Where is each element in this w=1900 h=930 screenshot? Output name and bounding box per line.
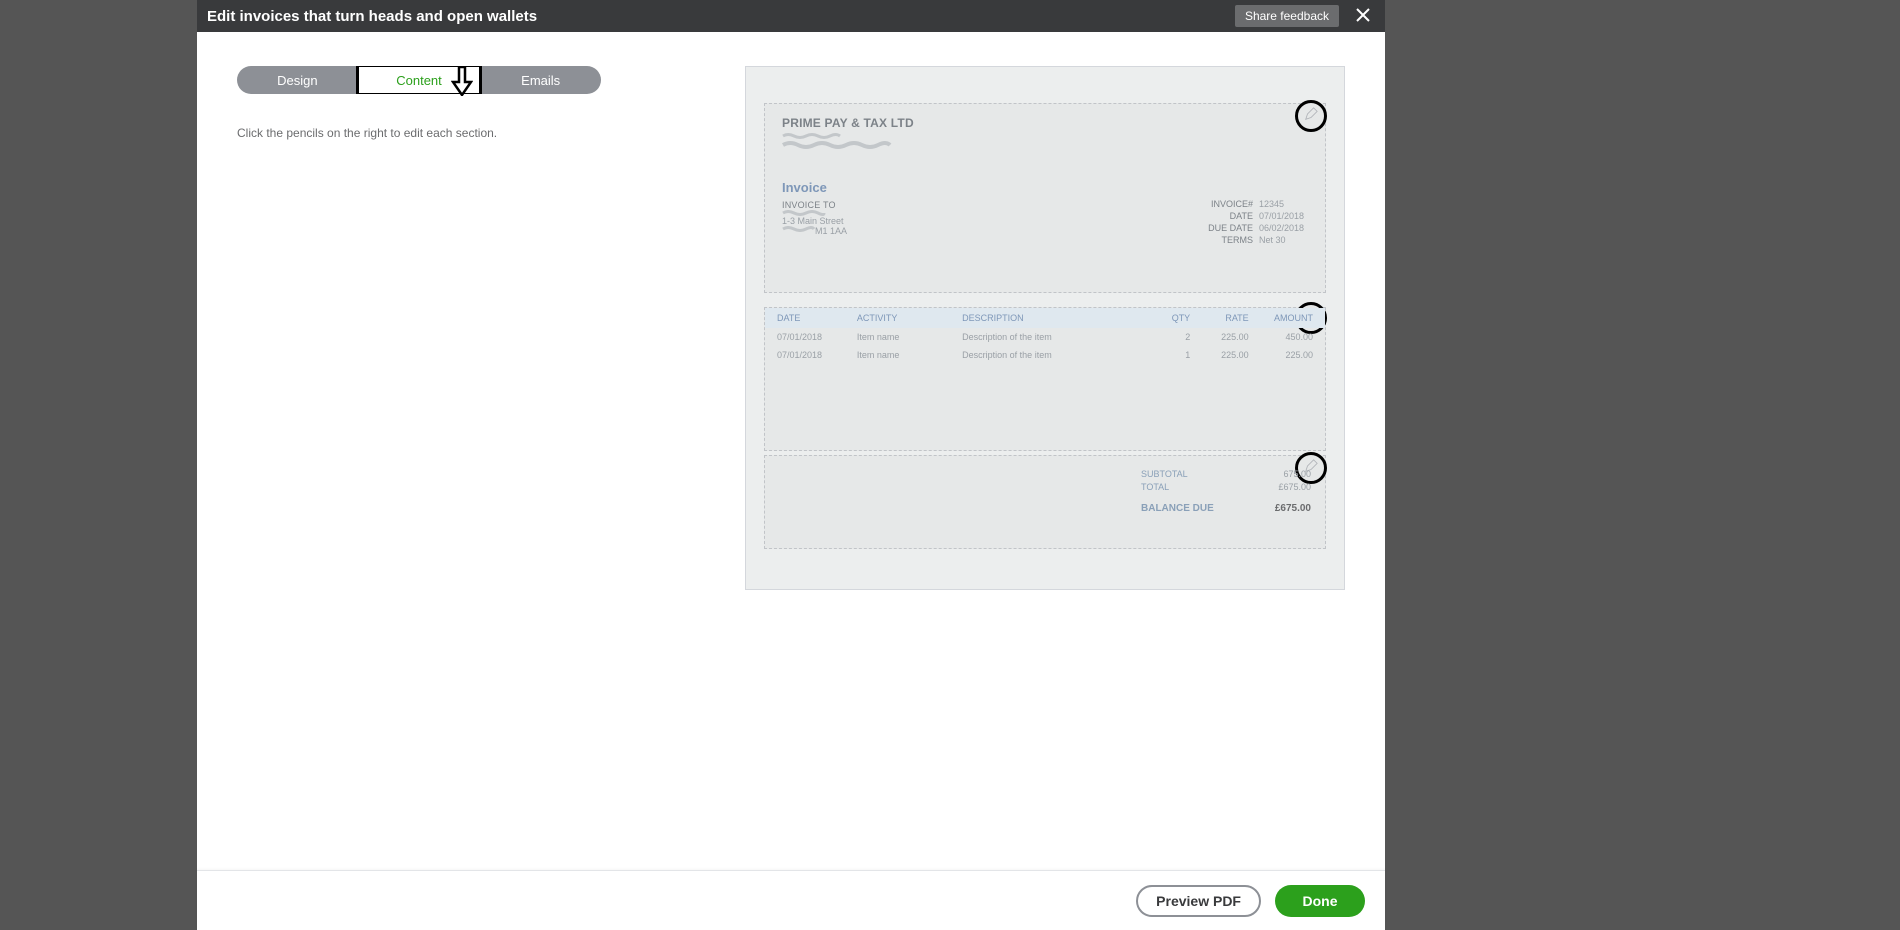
meta-due: 06/02/2018 bbox=[1259, 222, 1311, 234]
cell-date: 07/01/2018 bbox=[777, 350, 857, 360]
meta-invno: 12345 bbox=[1259, 198, 1311, 210]
cell-date: 07/01/2018 bbox=[777, 332, 857, 342]
redacted-scribble bbox=[782, 140, 892, 150]
cell-rate: 225.00 bbox=[1190, 332, 1248, 342]
cell-qty: 1 bbox=[1143, 350, 1190, 360]
cell-rate: 225.00 bbox=[1190, 350, 1248, 360]
tabs: Design Content Emails bbox=[237, 66, 601, 94]
line-items-table: DATE ACTIVITY DESCRIPTION QTY RATE AMOUN… bbox=[765, 308, 1325, 364]
redacted-scribble bbox=[782, 226, 816, 232]
preview-pdf-button[interactable]: Preview PDF bbox=[1136, 885, 1261, 917]
cell-qty: 2 bbox=[1143, 332, 1190, 342]
subtotal-label: SUBTOTAL bbox=[1141, 468, 1221, 481]
table-header: DATE ACTIVITY DESCRIPTION QTY RATE AMOUN… bbox=[765, 308, 1325, 328]
invoice-to-label: INVOICE TO bbox=[782, 200, 836, 210]
cell-amount: 450.00 bbox=[1249, 332, 1313, 342]
balance-value: £675.00 bbox=[1261, 502, 1311, 515]
total-label: TOTAL bbox=[1141, 481, 1221, 494]
meta-invno-label: INVOICE# bbox=[1199, 198, 1253, 210]
invoice-customize-modal: Edit invoices that turn heads and open w… bbox=[197, 0, 1385, 930]
th-activity: ACTIVITY bbox=[857, 313, 962, 323]
tab-emails[interactable]: Emails bbox=[480, 66, 601, 94]
done-button[interactable]: Done bbox=[1275, 885, 1365, 917]
meta-due-label: DUE DATE bbox=[1199, 222, 1253, 234]
table-row: 07/01/2018 Item name Description of the … bbox=[765, 328, 1325, 346]
meta-date: 07/01/2018 bbox=[1259, 210, 1311, 222]
cell-description: Description of the item bbox=[962, 350, 1143, 360]
total-value: £675.00 bbox=[1261, 481, 1311, 494]
subtotal-value: 675.00 bbox=[1261, 468, 1311, 481]
tab-content[interactable]: Content bbox=[356, 66, 483, 94]
edit-header-button[interactable] bbox=[1295, 100, 1327, 132]
preview-section-header: PRIME PAY & TAX LTD Invoice INVOICE TO 1… bbox=[764, 103, 1326, 293]
invoice-title: Invoice bbox=[782, 180, 827, 195]
invoice-addr-1: 1-3 Main Street bbox=[782, 216, 844, 226]
tab-design[interactable]: Design bbox=[237, 66, 358, 94]
th-description: DESCRIPTION bbox=[962, 313, 1143, 323]
redacted-scribble bbox=[782, 132, 842, 140]
preview-section-footer: SUBTOTAL 675.00 TOTAL £675.00 BALANCE DUE £… bbox=[764, 455, 1326, 549]
invoice-preview: PRIME PAY & TAX LTD Invoice INVOICE TO 1… bbox=[745, 66, 1345, 590]
content-hint: Click the pencils on the right to edit e… bbox=[237, 126, 497, 140]
th-qty: QTY bbox=[1143, 313, 1190, 323]
close-button[interactable] bbox=[1351, 4, 1375, 28]
cell-activity: Item name bbox=[857, 350, 962, 360]
meta-terms: Net 30 bbox=[1259, 234, 1311, 246]
modal-header: Edit invoices that turn heads and open w… bbox=[197, 0, 1385, 32]
invoice-addr-2: M1 1AA bbox=[815, 226, 847, 236]
th-amount: AMOUNT bbox=[1249, 313, 1313, 323]
company-name: PRIME PAY & TAX LTD bbox=[782, 116, 914, 130]
invoice-address: 1-3 Main Street bbox=[782, 216, 844, 226]
preview-section-table: DATE ACTIVITY DESCRIPTION QTY RATE AMOUN… bbox=[764, 307, 1326, 451]
invoice-meta: INVOICE# 12345 DATE 07/01/2018 DUE DATE 06/… bbox=[1199, 198, 1311, 246]
tabs-container: Design Content Emails bbox=[237, 66, 601, 94]
modal-body: Design Content Emails Click the pencils … bbox=[197, 32, 1385, 870]
modal-footer: Preview PDF Done bbox=[197, 870, 1385, 930]
modal-title: Edit invoices that turn heads and open w… bbox=[207, 8, 1235, 25]
cell-activity: Item name bbox=[857, 332, 962, 342]
table-row: 07/01/2018 Item name Description of the … bbox=[765, 346, 1325, 364]
meta-date-label: DATE bbox=[1199, 210, 1253, 222]
totals-block: SUBTOTAL 675.00 TOTAL £675.00 BALANCE DUE £… bbox=[1141, 468, 1311, 515]
pencil-icon bbox=[1304, 107, 1318, 126]
th-rate: RATE bbox=[1190, 313, 1248, 323]
balance-label: BALANCE DUE bbox=[1141, 502, 1221, 515]
cell-description: Description of the item bbox=[962, 332, 1143, 342]
meta-terms-label: TERMS bbox=[1199, 234, 1253, 246]
share-feedback-button[interactable]: Share feedback bbox=[1235, 5, 1339, 27]
close-icon bbox=[1356, 8, 1370, 25]
cell-amount: 225.00 bbox=[1249, 350, 1313, 360]
th-date: DATE bbox=[777, 313, 857, 323]
